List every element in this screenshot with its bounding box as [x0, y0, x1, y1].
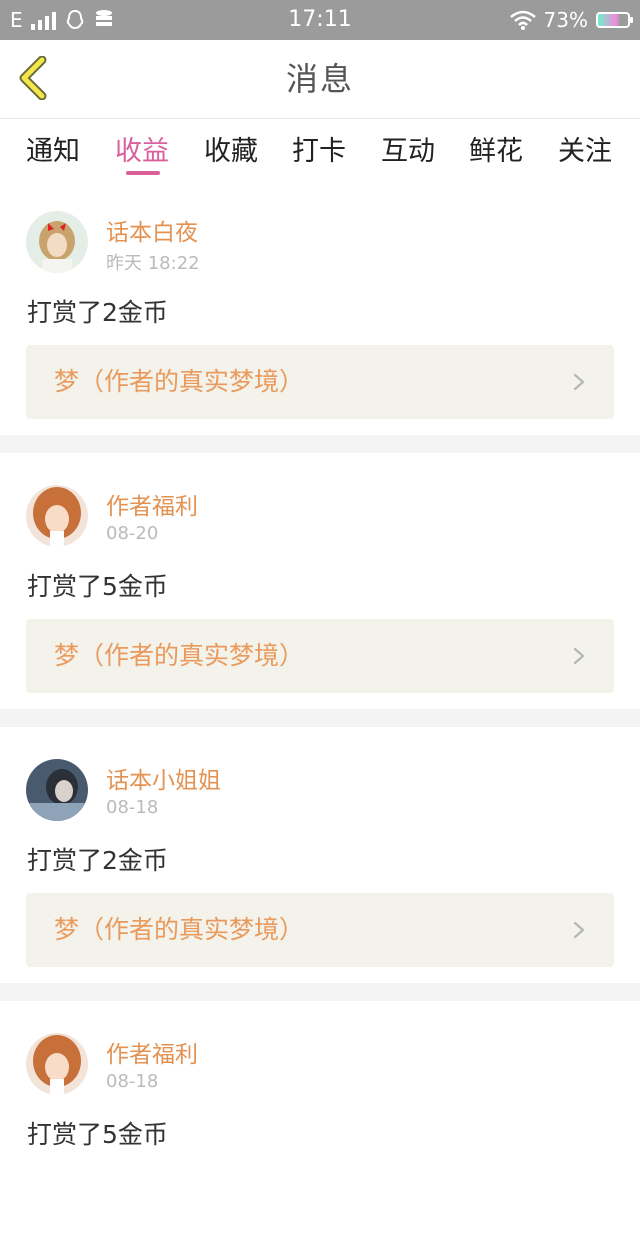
timestamp: 08-18	[106, 797, 159, 818]
divider	[0, 983, 640, 1001]
avatar[interactable]	[26, 211, 88, 273]
divider	[0, 435, 640, 453]
chevron-right-icon	[573, 373, 585, 391]
reward-text: 打赏了2金币	[27, 298, 168, 327]
status-right: 73%	[509, 0, 633, 40]
work-title: 梦（作者的真实梦境）	[54, 641, 305, 670]
tab-flowers[interactable]: 鲜花	[469, 129, 523, 168]
work-title: 梦（作者的真实梦境）	[54, 915, 305, 944]
chevron-right-icon	[573, 921, 585, 939]
username[interactable]: 话本白夜	[106, 213, 198, 247]
tab-bar: 通知 收益 收藏 打卡 互动 鲜花 关注	[0, 119, 640, 179]
timestamp: 08-20	[106, 523, 159, 544]
battery-icon	[596, 12, 633, 28]
list-item: 话本白夜 昨天 18:22 打赏了2金币 梦（作者的真实梦境）	[0, 179, 640, 435]
tab-following[interactable]: 关注	[558, 129, 612, 168]
divider	[0, 709, 640, 727]
chevron-right-icon	[573, 647, 585, 665]
battery-percent: 73%	[543, 8, 588, 32]
tab-checkin[interactable]: 打卡	[292, 129, 346, 168]
reward-text: 打赏了5金币	[27, 572, 168, 601]
tab-earnings[interactable]: 收益	[115, 129, 169, 168]
tab-favorites[interactable]: 收藏	[204, 129, 258, 168]
avatar[interactable]	[26, 485, 88, 547]
header: 消息	[0, 40, 640, 119]
work-link[interactable]: 梦（作者的真实梦境）	[26, 893, 614, 967]
username[interactable]: 作者福利	[106, 1035, 198, 1069]
active-tab-indicator	[126, 171, 160, 175]
wifi-icon	[509, 10, 536, 30]
username[interactable]: 作者福利	[106, 487, 198, 521]
status-bar: E 17:11 73%	[0, 0, 640, 40]
work-link[interactable]: 梦（作者的真实梦境）	[26, 345, 614, 419]
list-item: 作者福利 08-18 打赏了5金币	[0, 1001, 640, 1257]
page-title: 消息	[285, 60, 354, 98]
tab-interactions[interactable]: 互动	[381, 129, 435, 168]
reward-text: 打赏了5金币	[27, 1120, 168, 1149]
work-title: 梦（作者的真实梦境）	[54, 367, 305, 396]
list-item: 话本小姐姐 08-18 打赏了2金币 梦（作者的真实梦境）	[0, 727, 640, 983]
username[interactable]: 话本小姐姐	[106, 761, 221, 795]
avatar[interactable]	[26, 1033, 88, 1095]
timestamp: 昨天 18:22	[106, 253, 200, 274]
reward-text: 打赏了2金币	[27, 846, 168, 875]
list-item: 作者福利 08-20 打赏了5金币 梦（作者的真实梦境）	[0, 453, 640, 709]
message-feed: 话本白夜 昨天 18:22 打赏了2金币 梦（作者的真实梦境） 作者福利 08-…	[0, 179, 640, 1257]
work-link[interactable]: 梦（作者的真实梦境）	[26, 619, 614, 693]
tab-notifications[interactable]: 通知	[26, 129, 80, 168]
avatar[interactable]	[26, 759, 88, 821]
timestamp: 08-18	[106, 1071, 159, 1092]
